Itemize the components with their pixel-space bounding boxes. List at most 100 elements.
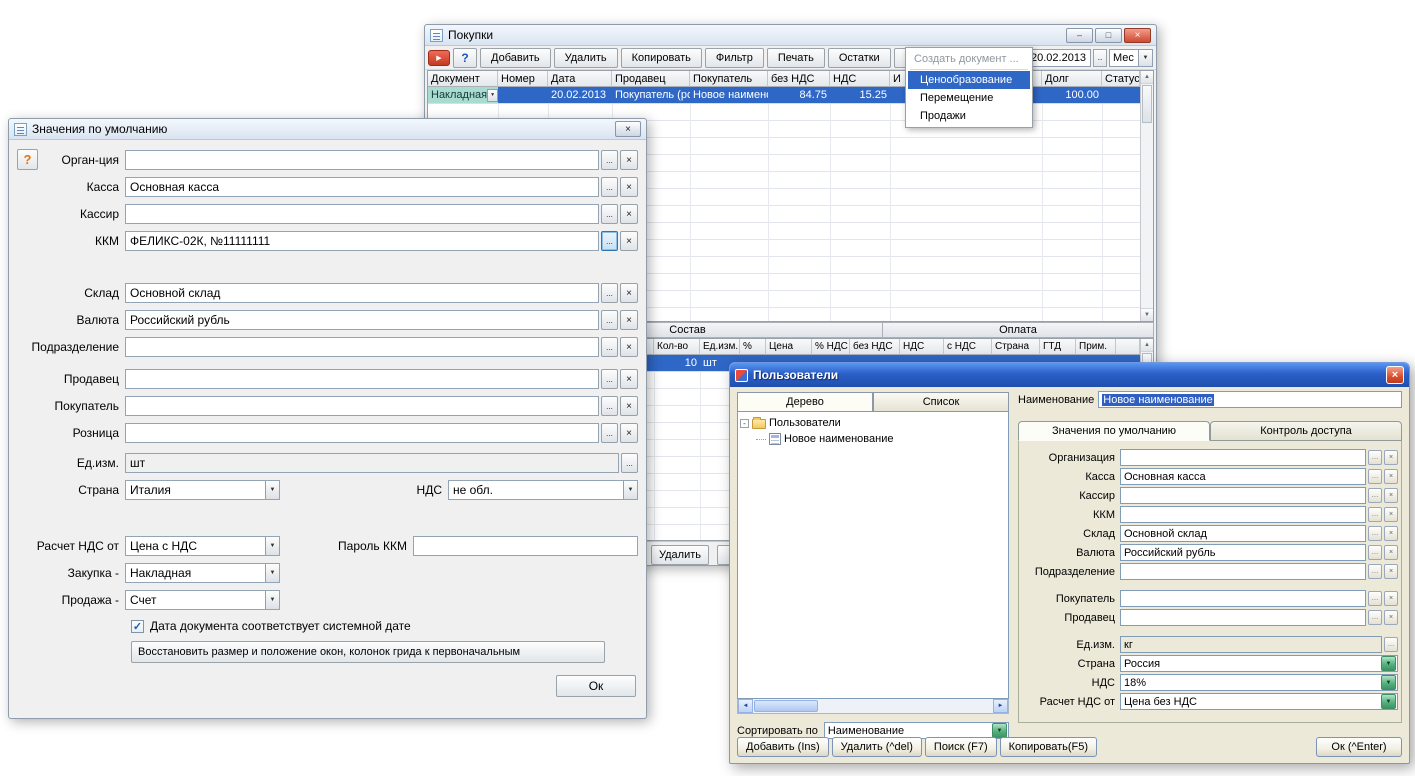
- country-combo[interactable]: Италия ▼: [125, 480, 280, 500]
- valuta-field[interactable]: Российский рубль: [1120, 544, 1366, 561]
- browse-button-focused[interactable]: ...: [601, 231, 618, 251]
- ellipsis-button[interactable]: …: [1368, 526, 1382, 541]
- browse-button[interactable]: ...: [621, 453, 638, 473]
- prodavec-field[interactable]: [1120, 609, 1366, 626]
- close-button[interactable]: ×: [615, 121, 641, 137]
- vat-combo[interactable]: 18% ▼: [1120, 674, 1398, 691]
- clear-button[interactable]: ×: [1384, 507, 1398, 522]
- scrollbar-track[interactable]: [818, 699, 993, 713]
- defaults-titlebar[interactable]: Значения по умолчанию ×: [9, 119, 646, 140]
- close-button[interactable]: ×: [1124, 28, 1151, 43]
- chevron-down-icon[interactable]: ▼: [1138, 50, 1152, 66]
- tab-list[interactable]: Список: [873, 392, 1009, 412]
- clear-button[interactable]: ×: [620, 396, 638, 416]
- kassa-field[interactable]: Основная касса: [125, 177, 599, 197]
- column-header-country[interactable]: Страна: [992, 339, 1040, 355]
- copy-button[interactable]: Копировать(F5): [1000, 737, 1097, 757]
- scrollbar-thumb[interactable]: [754, 700, 818, 712]
- scroll-up-icon[interactable]: ▲: [1141, 339, 1153, 352]
- kkm-field[interactable]: ФЕЛИКС-02К, №11111111: [125, 231, 599, 251]
- delete-button[interactable]: Удалить: [554, 48, 618, 68]
- ellipsis-button[interactable]: …: [1368, 450, 1382, 465]
- stock-button[interactable]: Остатки: [828, 48, 891, 68]
- clear-button[interactable]: ×: [620, 283, 638, 303]
- column-header-debt[interactable]: Долг: [1042, 71, 1102, 87]
- browse-button[interactable]: ...: [601, 204, 618, 224]
- country-combo[interactable]: Россия ▼: [1120, 655, 1398, 672]
- close-button[interactable]: ×: [1386, 366, 1404, 384]
- column-header-note[interactable]: Прим.: [1076, 339, 1116, 355]
- document-cell[interactable]: Накладная▼: [428, 87, 498, 103]
- youtube-icon[interactable]: ▶: [428, 50, 450, 66]
- kassa-field[interactable]: Основная касса: [1120, 468, 1366, 485]
- pokupatel-field[interactable]: [125, 396, 599, 416]
- checkbox-checked[interactable]: ✓: [131, 620, 144, 633]
- kassir-field[interactable]: [1120, 487, 1366, 504]
- purchases-titlebar[interactable]: Покупки – □ ×: [425, 25, 1156, 46]
- clear-button[interactable]: ×: [620, 310, 638, 330]
- column-header-status[interactable]: Статус: [1102, 71, 1140, 87]
- clear-button[interactable]: ×: [1384, 450, 1398, 465]
- add-button[interactable]: Добавить: [480, 48, 551, 68]
- restore-layout-button[interactable]: Восстановить размер и положение окон, ко…: [131, 641, 605, 663]
- column-header-net[interactable]: без НДС: [850, 339, 900, 355]
- tab-tree[interactable]: Дерево: [737, 392, 873, 412]
- date-field[interactable]: 20.02.2013: [1027, 49, 1091, 67]
- vat-calc-combo[interactable]: Цена с НДС ▼: [125, 536, 280, 556]
- chevron-down-icon[interactable]: ▼: [265, 564, 279, 582]
- copy-button[interactable]: Копировать: [621, 48, 702, 68]
- ok-button[interactable]: Ок: [556, 675, 636, 697]
- podrazdelenie-field[interactable]: [125, 337, 599, 357]
- organization-field[interactable]: [1120, 449, 1366, 466]
- ellipsis-button[interactable]: …: [1368, 507, 1382, 522]
- scroll-right-icon[interactable]: ►: [993, 699, 1008, 713]
- chevron-down-icon[interactable]: ▼: [265, 537, 279, 555]
- clear-button[interactable]: ×: [1384, 591, 1398, 606]
- scroll-down-icon[interactable]: ▼: [1141, 308, 1153, 321]
- browse-button[interactable]: ...: [601, 396, 618, 416]
- vat-combo[interactable]: не обл. ▼: [448, 480, 638, 500]
- menu-item-transfer[interactable]: Перемещение: [908, 89, 1030, 107]
- chevron-down-icon[interactable]: ▼: [992, 723, 1007, 738]
- column-header-seller[interactable]: Продавец: [612, 71, 690, 87]
- ellipsis-button[interactable]: …: [1368, 564, 1382, 579]
- ellipsis-button[interactable]: …: [1368, 610, 1382, 625]
- collapse-icon[interactable]: -: [740, 419, 749, 428]
- detail-delete-button[interactable]: Удалить: [651, 545, 709, 565]
- clear-button[interactable]: ×: [620, 423, 638, 443]
- column-header-number[interactable]: Номер: [498, 71, 548, 87]
- valuta-field[interactable]: Российский рубль: [125, 310, 599, 330]
- chevron-down-icon[interactable]: ▼: [265, 591, 279, 609]
- menu-item-sales[interactable]: Продажи: [908, 107, 1030, 125]
- ellipsis-button[interactable]: …: [1368, 488, 1382, 503]
- column-header-price[interactable]: Цена: [766, 339, 812, 355]
- vat-calc-combo[interactable]: Цена без НДС ▼: [1120, 693, 1398, 710]
- column-header-document[interactable]: Документ: [428, 71, 498, 87]
- scrollbar-thumb[interactable]: [1142, 85, 1152, 123]
- roznica-field[interactable]: [125, 423, 599, 443]
- tree-node-item[interactable]: Новое наименование: [756, 431, 1006, 447]
- chevron-down-icon[interactable]: ▼: [1381, 656, 1396, 671]
- ok-button[interactable]: Ок (^Enter): [1316, 737, 1402, 757]
- column-header-vat[interactable]: НДС: [900, 339, 944, 355]
- clear-button[interactable]: ×: [620, 231, 638, 251]
- chevron-down-icon[interactable]: ▼: [1381, 675, 1396, 690]
- scroll-left-icon[interactable]: ◄: [738, 699, 753, 713]
- scroll-up-icon[interactable]: ▲: [1141, 71, 1153, 84]
- ellipsis-button[interactable]: …: [1368, 591, 1382, 606]
- kassir-field[interactable]: [125, 204, 599, 224]
- sklad-field[interactable]: Основной склад: [125, 283, 599, 303]
- column-header-vat-pct[interactable]: % НДС: [812, 339, 850, 355]
- sale-doc-combo[interactable]: Счет ▼: [125, 590, 280, 610]
- column-header-net[interactable]: без НДС: [768, 71, 830, 87]
- tab-access-control[interactable]: Контроль доступа: [1210, 421, 1402, 441]
- browse-button[interactable]: ...: [601, 283, 618, 303]
- column-header-date[interactable]: Дата: [548, 71, 612, 87]
- print-button[interactable]: Печать: [767, 48, 825, 68]
- clear-button[interactable]: ×: [1384, 488, 1398, 503]
- ellipsis-button[interactable]: …: [1384, 637, 1398, 652]
- column-header-unit[interactable]: Ед.изм.: [700, 339, 740, 355]
- clear-button[interactable]: ×: [1384, 526, 1398, 541]
- purchase-doc-combo[interactable]: Накладная ▼: [125, 563, 280, 583]
- minimize-button[interactable]: –: [1066, 28, 1093, 43]
